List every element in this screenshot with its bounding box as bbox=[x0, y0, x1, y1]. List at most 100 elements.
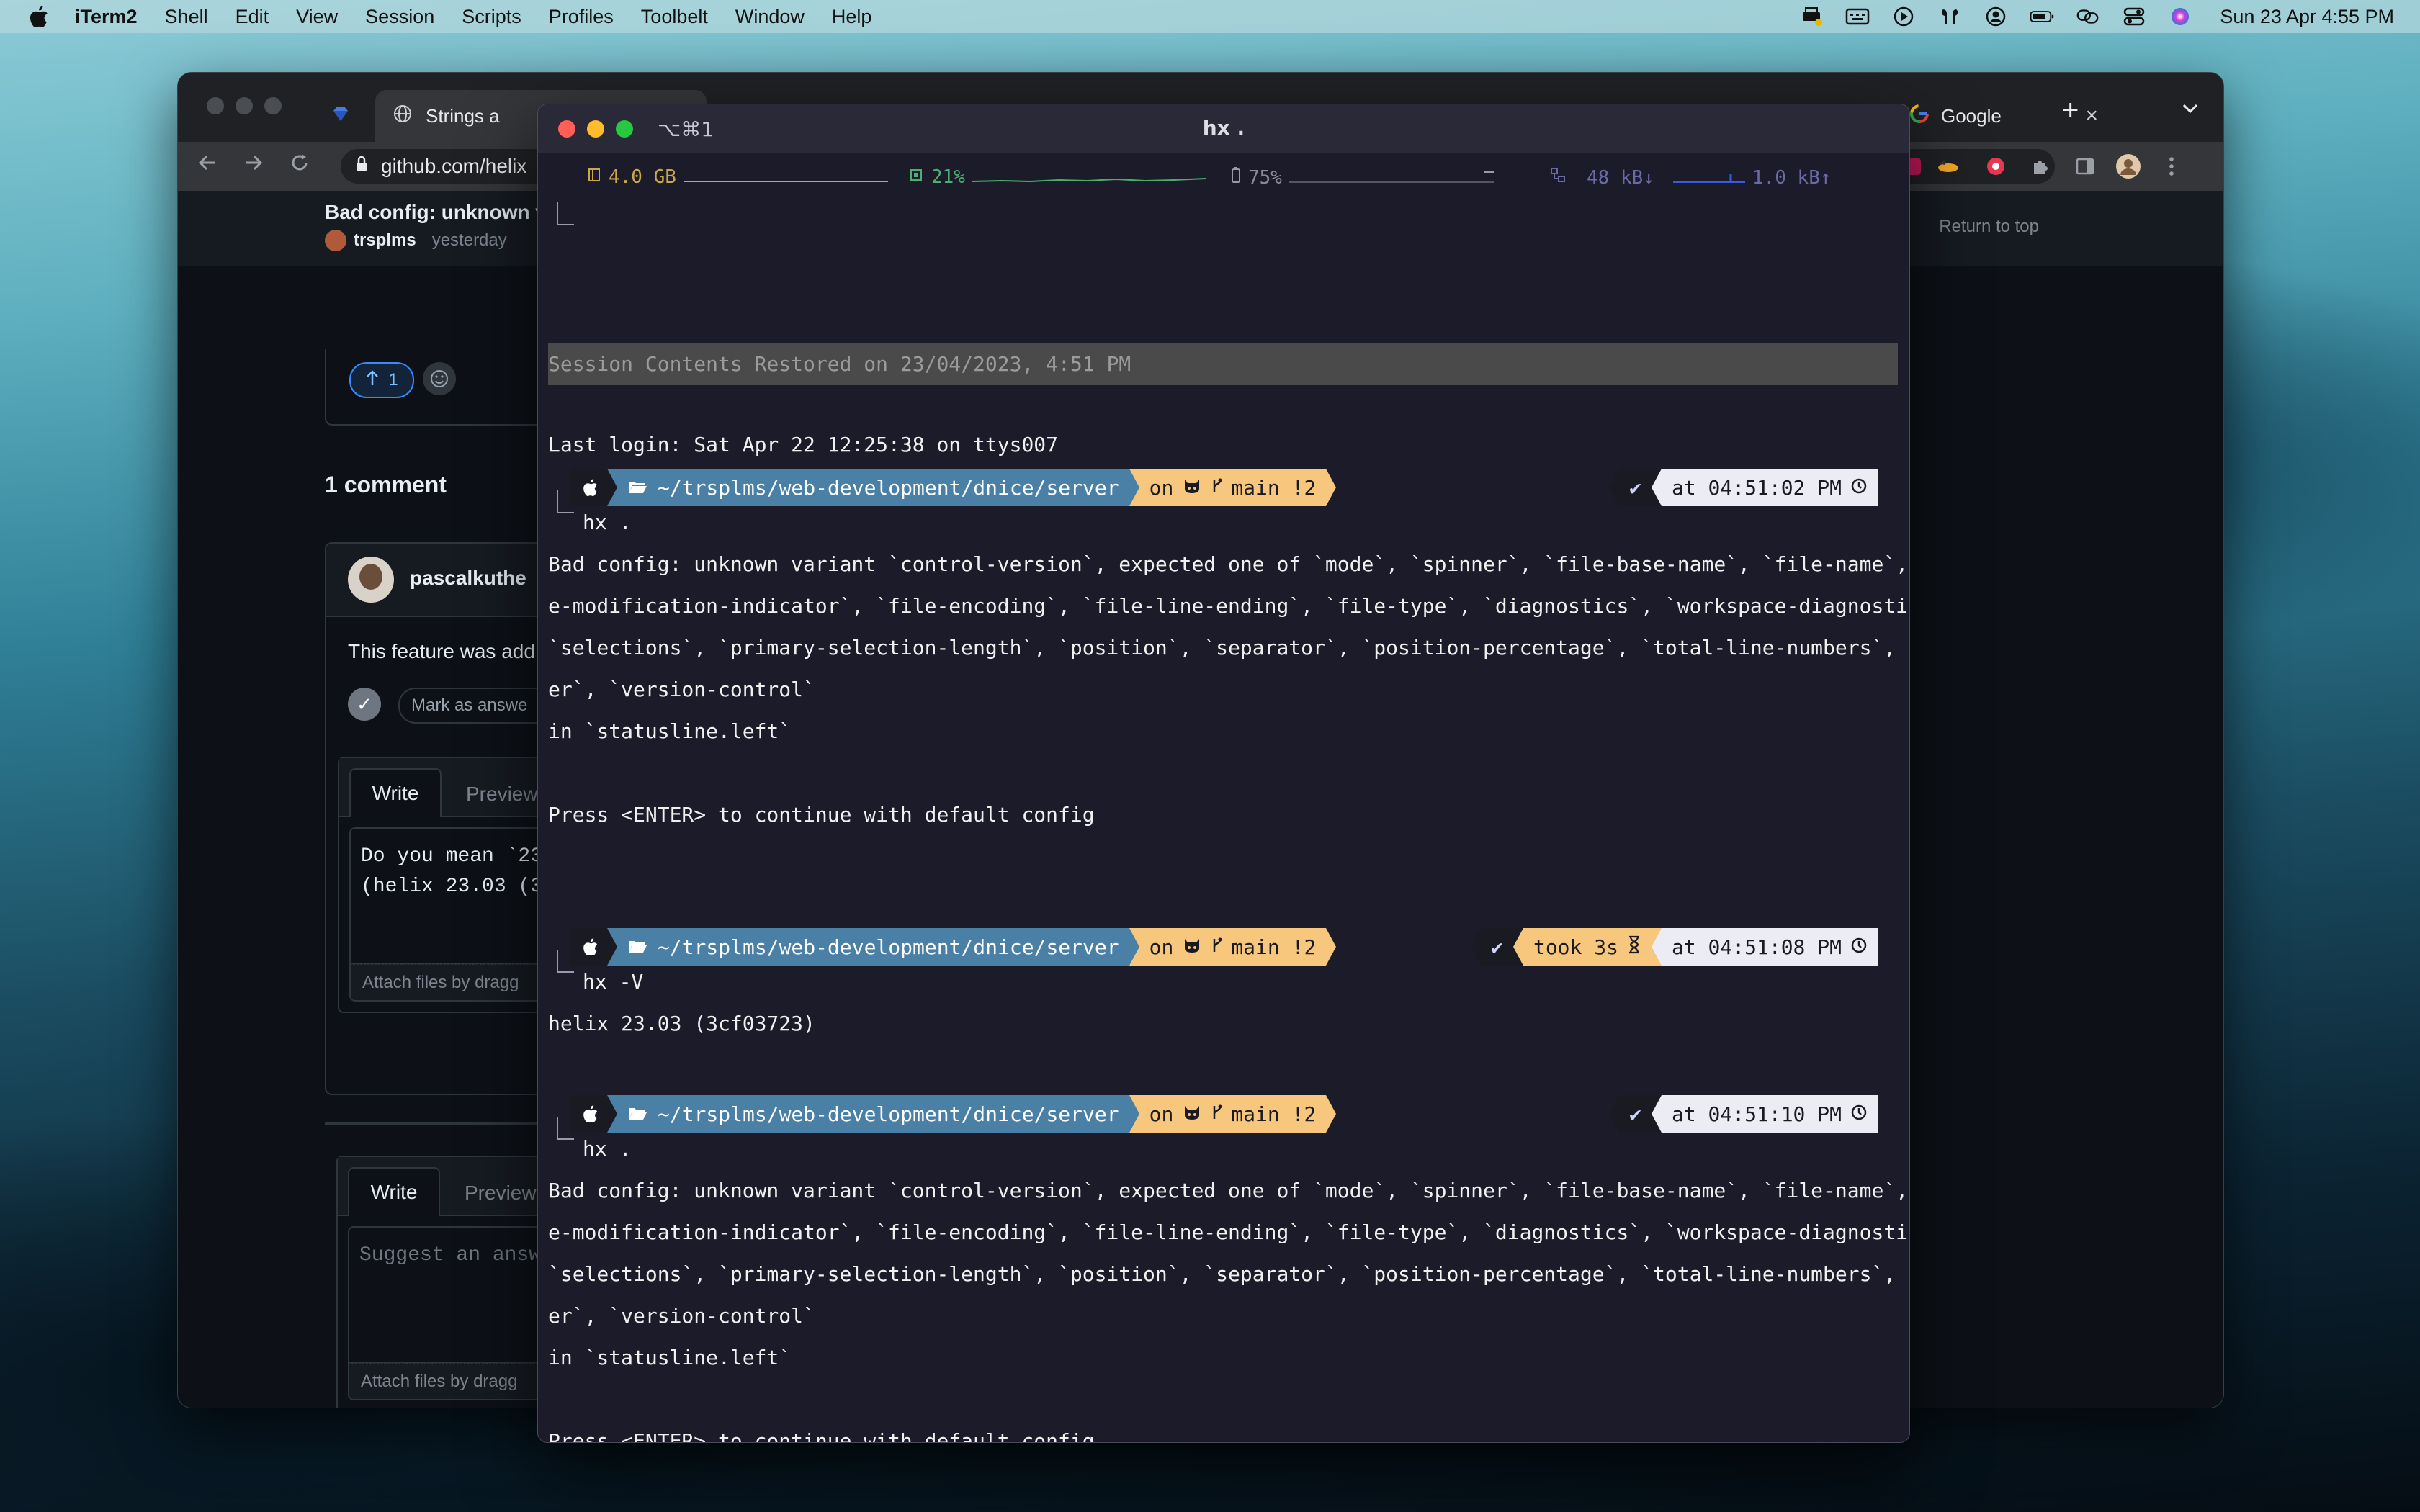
iterm-status-bar: 4.0 GB 21% 75% 48 kB↓ 1.0 kB↑ bbox=[538, 153, 1909, 199]
output-line: e-modification-indicator`, `file-encodin… bbox=[548, 1220, 1910, 1244]
iterm-window: ⌥⌘1 hx . 4.0 GB 21% 75% 48 kB↓ 1.0 kB↑ S… bbox=[537, 104, 1910, 1443]
menu-session[interactable]: Session bbox=[365, 6, 434, 28]
menu-app-iterm2[interactable]: iTerm2 bbox=[75, 6, 138, 28]
battery-value: 75% bbox=[1248, 166, 1282, 189]
browser-menu-kebab-icon[interactable] bbox=[2159, 153, 2184, 179]
shell-right-prompt: ✔ took 3s at 04:51:08 PM bbox=[1471, 928, 1878, 966]
prompt-path-segment: ~/trsplms/web-development/dnice/server bbox=[617, 469, 1129, 506]
browser-close-button[interactable] bbox=[207, 97, 224, 114]
prompt-connector bbox=[557, 1117, 574, 1140]
session-restored-banner: Session Contents Restored on 23/04/2023,… bbox=[548, 343, 1898, 385]
control-center-icon[interactable] bbox=[2122, 6, 2146, 27]
prompt-duration-segment: took 3s bbox=[1523, 928, 1652, 966]
status-battery: 75% bbox=[1231, 166, 1494, 189]
tab-preview[interactable]: Preview bbox=[466, 783, 538, 806]
git-branch-icon bbox=[1211, 476, 1224, 500]
user-account-icon[interactable] bbox=[1984, 6, 2008, 27]
output-line: in `statusline.left` bbox=[548, 719, 792, 743]
menu-toolbelt[interactable]: Toolbelt bbox=[641, 6, 708, 28]
clock-icon bbox=[1850, 935, 1868, 959]
menu-scripts[interactable]: Scripts bbox=[462, 6, 521, 28]
status-ok-check-icon: ✔ bbox=[1619, 1095, 1652, 1133]
network-icon bbox=[1549, 166, 1567, 189]
upvote-count: 1 bbox=[388, 370, 398, 390]
google-icon bbox=[1909, 104, 1930, 129]
avatar[interactable] bbox=[325, 230, 346, 251]
tab-search-chevron-icon[interactable] bbox=[2182, 103, 2199, 118]
prompt-duration: took 3s bbox=[1533, 935, 1618, 959]
prompt-branch: main !2 bbox=[1231, 475, 1317, 500]
mark-as-answer-button[interactable]: Mark as answe bbox=[398, 688, 557, 724]
globe-icon bbox=[393, 104, 413, 129]
iterm-window-title: hx . bbox=[1202, 116, 1245, 140]
terminal-output[interactable]: Session Contents Restored on 23/04/2023,… bbox=[548, 199, 1909, 1442]
discussion-title: Bad config: unknown v bbox=[325, 201, 547, 223]
return-to-top-link[interactable]: Return to top bbox=[1939, 217, 2039, 237]
cpu-value: 21% bbox=[931, 166, 965, 188]
prompt-time: at 04:51:10 PM bbox=[1671, 1102, 1842, 1126]
menu-bar: iTerm2 Shell Edit View Session Scripts P… bbox=[0, 0, 2420, 33]
menubar-clock[interactable]: Sun 23 Apr 4:55 PM bbox=[2220, 6, 2394, 28]
battery-icon[interactable] bbox=[2030, 6, 2054, 27]
siri-icon[interactable] bbox=[2168, 6, 2192, 27]
apple-logo-icon bbox=[570, 928, 607, 966]
browser-tab-pinned[interactable] bbox=[331, 90, 351, 142]
status-network: 48 kB↓ 1.0 kB↑ bbox=[1549, 166, 1832, 189]
screen-mirroring-icon[interactable] bbox=[2076, 6, 2100, 27]
menu-view[interactable]: View bbox=[296, 6, 338, 28]
output-line: e-modification-indicator`, `file-encodin… bbox=[548, 594, 1910, 618]
net-up-value: 1.0 kB↑ bbox=[1752, 166, 1832, 189]
add-reaction-button[interactable] bbox=[423, 362, 456, 395]
menu-profiles[interactable]: Profiles bbox=[549, 6, 614, 28]
tab-write[interactable]: Write bbox=[348, 1167, 440, 1216]
prompt-path-segment: ~/trsplms/web-development/dnice/server bbox=[617, 1095, 1129, 1133]
airpods-icon[interactable] bbox=[1937, 6, 1962, 27]
tab-preview[interactable]: Preview bbox=[465, 1182, 537, 1205]
extensions-puzzle-icon[interactable] bbox=[2027, 153, 2053, 179]
url-text: github.com/helix bbox=[381, 155, 527, 177]
forward-arrow-icon[interactable] bbox=[243, 152, 264, 179]
prompt-branch: main !2 bbox=[1231, 1102, 1317, 1126]
iterm-titlebar: ⌥⌘1 hx . bbox=[538, 104, 1909, 153]
memory-icon bbox=[587, 166, 601, 188]
menu-window[interactable]: Window bbox=[735, 6, 805, 28]
play-icon[interactable] bbox=[1891, 6, 1916, 27]
back-arrow-icon[interactable] bbox=[197, 152, 218, 179]
battery-icon bbox=[1231, 166, 1241, 189]
extension-icon[interactable] bbox=[1935, 153, 1961, 179]
menu-edit[interactable]: Edit bbox=[236, 6, 269, 28]
output-line: Bad config: unknown variant `control-ver… bbox=[548, 1179, 1910, 1202]
github-icon bbox=[1182, 935, 1202, 959]
printer-status-icon[interactable] bbox=[1799, 6, 1824, 27]
status-cpu: 21% bbox=[908, 166, 1206, 188]
tab-close-icon[interactable]: × bbox=[2085, 104, 2098, 128]
output-line: in `statusline.left` bbox=[548, 1346, 792, 1369]
prompt-git-segment: on main !2 bbox=[1139, 928, 1327, 966]
prompt-git-on: on bbox=[1149, 935, 1174, 959]
browser-minimize-button[interactable] bbox=[236, 97, 253, 114]
browser-zoom-button[interactable] bbox=[264, 97, 282, 114]
upvote-button[interactable]: 1 bbox=[349, 362, 414, 398]
prompt-git-on: on bbox=[1149, 1102, 1174, 1126]
avatar[interactable] bbox=[348, 557, 394, 603]
new-tab-plus-icon[interactable]: + bbox=[2062, 94, 2079, 127]
reload-icon[interactable] bbox=[289, 152, 310, 179]
side-panel-icon[interactable] bbox=[2072, 153, 2098, 179]
tab-write[interactable]: Write bbox=[349, 768, 442, 817]
author-name[interactable]: trsplms bbox=[354, 230, 416, 251]
diamond-icon bbox=[331, 104, 351, 129]
reply-line-2: (helix 23.03 (3 bbox=[361, 876, 543, 898]
apple-logo-icon bbox=[570, 469, 607, 506]
menu-help[interactable]: Help bbox=[832, 6, 872, 28]
extension-icon[interactable] bbox=[1983, 153, 2009, 179]
comments-heading: 1 comment bbox=[325, 472, 447, 498]
prompt-time: at 04:51:08 PM bbox=[1671, 935, 1842, 959]
discussion-author: trsplms yesterday bbox=[325, 230, 507, 251]
menu-shell[interactable]: Shell bbox=[165, 6, 208, 28]
commenter-name[interactable]: pascalkuthe bbox=[410, 567, 526, 590]
profile-avatar[interactable] bbox=[2115, 153, 2141, 179]
apple-menu-icon[interactable] bbox=[26, 4, 50, 29]
prompt-branch: main !2 bbox=[1231, 935, 1317, 959]
keyboard-input-icon[interactable] bbox=[1845, 6, 1870, 27]
command-line: hx . bbox=[583, 510, 632, 534]
